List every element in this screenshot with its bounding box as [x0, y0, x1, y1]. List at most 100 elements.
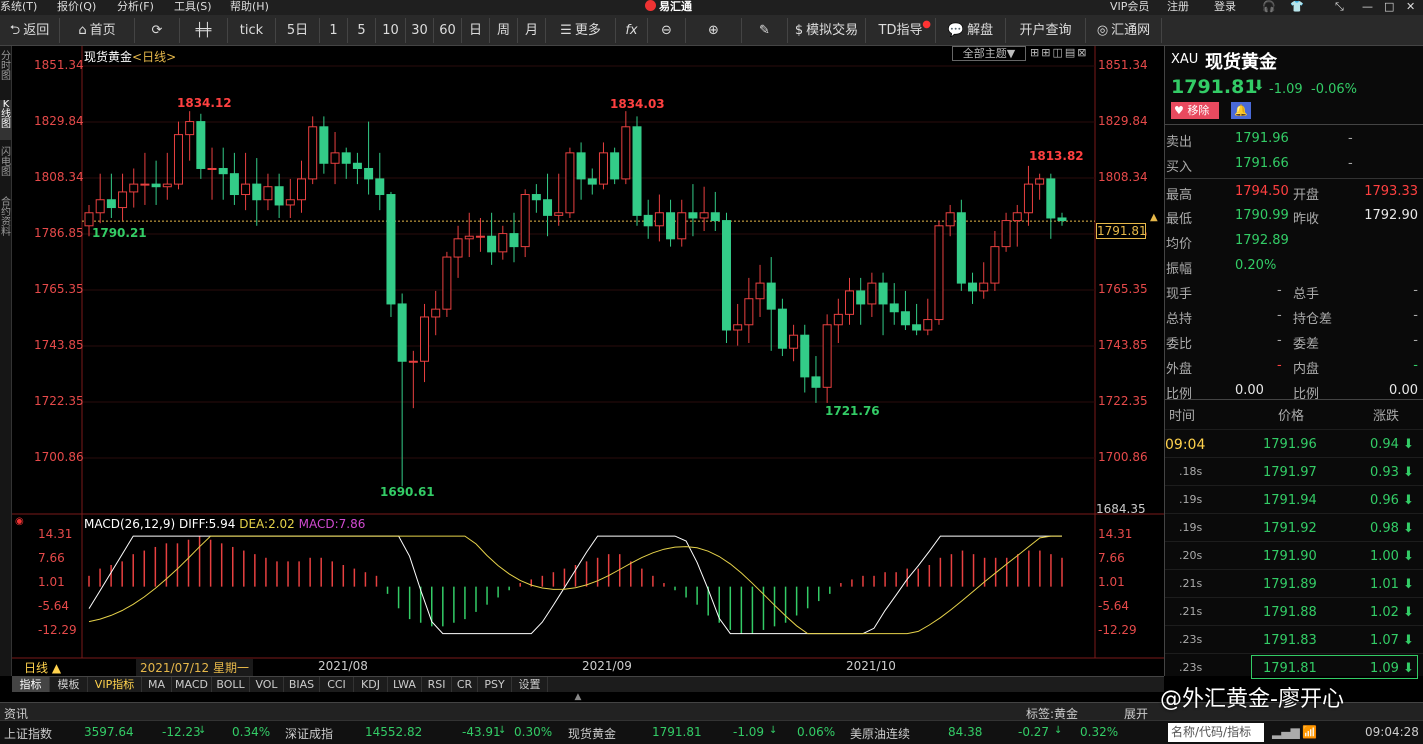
- menu-help[interactable]: 帮助(H): [230, 0, 269, 14]
- indicator-tab-8[interactable]: BIAS: [284, 677, 320, 692]
- quote-row-value: -: [1277, 358, 1282, 373]
- candle-body: [397, 303, 407, 362]
- more-button[interactable]: ☰ 更多: [546, 18, 616, 43]
- home-label: 首页: [89, 23, 116, 38]
- chart-title: 现货黄金<日线>: [84, 48, 176, 65]
- indicator-tab-2[interactable]: 模板: [50, 677, 88, 692]
- menu-tools[interactable]: 工具(S): [174, 0, 212, 14]
- register-link[interactable]: 注册: [1167, 0, 1189, 14]
- indicator-tab-5[interactable]: MACD: [172, 677, 212, 692]
- menu-analysis[interactable]: 分析(F): [117, 0, 154, 14]
- minimize-icon[interactable]: —: [1362, 0, 1373, 14]
- quote-row-value: 0.00: [1235, 383, 1264, 398]
- period-month-button[interactable]: 月: [518, 18, 546, 43]
- indicator-tab-4[interactable]: MA: [142, 677, 172, 692]
- period-day-button[interactable]: 日: [462, 18, 490, 43]
- ticker-pct: 0.06%: [797, 725, 836, 739]
- indicator-tab-11[interactable]: LWA: [388, 677, 422, 692]
- candle-body: [632, 126, 642, 216]
- candle-body: [475, 235, 485, 238]
- back-button[interactable]: ⮌ 返回: [0, 18, 60, 43]
- quote-row-value: 0.20%: [1235, 258, 1277, 273]
- chart-panel[interactable]: 现货黄金<日线> 全部主题▼ ⊞⊞◫▤⊠ 1851.34 1829.84 1808.…: [12, 46, 1164, 676]
- list-icon: ☰: [560, 23, 572, 38]
- login-link[interactable]: 登录: [1214, 0, 1236, 14]
- menu-quote[interactable]: 报价(Q): [57, 0, 96, 14]
- period-5min-button[interactable]: 5: [348, 18, 376, 43]
- period-5day-button[interactable]: 5日: [276, 18, 320, 43]
- tab-kline-chart[interactable]: K线图: [0, 100, 12, 140]
- vip-link[interactable]: VIP会员: [1110, 0, 1149, 14]
- ticker-price: 14552.82: [365, 725, 423, 739]
- ticker-down-icon: ↓: [498, 725, 507, 736]
- huitong-button[interactable]: ◎ 汇通网: [1086, 18, 1162, 43]
- restore-icon[interactable]: ⤡: [1335, 0, 1344, 14]
- layout-icons[interactable]: ⊞⊞◫▤⊠: [1030, 46, 1088, 59]
- account-query-button[interactable]: 开户查询: [1006, 18, 1086, 43]
- td-guide-button[interactable]: TD指导 ●: [866, 18, 936, 43]
- indicator-tab-12[interactable]: RSI: [422, 677, 452, 692]
- search-input[interactable]: 名称/代码/指标: [1168, 723, 1264, 742]
- close-layout-icon[interactable]: ⊠: [1077, 46, 1088, 59]
- zoom-in-button[interactable]: ⊕: [686, 18, 742, 43]
- ticker-name[interactable]: 上证指数: [4, 725, 52, 742]
- period-60min-button[interactable]: 60: [434, 18, 462, 43]
- candle-body: [162, 183, 172, 188]
- zoom-out-icon: ⊖: [661, 23, 672, 38]
- tab-time-chart[interactable]: 分时图: [0, 52, 12, 92]
- collapse-arrow-icon[interactable]: ▲: [566, 692, 590, 702]
- remove-favorite-button[interactable]: ♥ 移除: [1171, 102, 1219, 119]
- candle-button[interactable]: ╪╪: [180, 18, 228, 43]
- indicator-tab-15[interactable]: 设置: [512, 677, 548, 692]
- macd-axis-left-label: 7.66: [38, 551, 65, 565]
- shirt-icon[interactable]: 👕: [1290, 0, 1304, 14]
- sim-trade-button[interactable]: $ 模拟交易: [788, 18, 866, 43]
- period-indicator[interactable]: 日线 ▲: [24, 659, 61, 676]
- headset-icon[interactable]: 🎧: [1262, 0, 1276, 14]
- indicator-tab-1[interactable]: 指标: [12, 677, 50, 692]
- split-layout-icon[interactable]: ◫: [1052, 46, 1064, 59]
- indicator-tab-10[interactable]: KDJ: [354, 677, 388, 692]
- indicator-tab-7[interactable]: VOL: [250, 677, 284, 692]
- close-icon[interactable]: ✕: [1406, 0, 1415, 14]
- bell-icon[interactable]: 🔔: [1231, 102, 1251, 119]
- trade-row: .23s 1791.81 1.09 ⬇: [1165, 653, 1423, 681]
- indicator-tab-14[interactable]: PSY: [478, 677, 512, 692]
- maximize-icon[interactable]: □: [1384, 0, 1394, 14]
- ticker-name[interactable]: 美原油连续: [850, 725, 910, 742]
- tab-contract-info[interactable]: 合约资料: [0, 198, 12, 248]
- indicator-tab-3[interactable]: VIP指标: [88, 677, 142, 692]
- tick-button[interactable]: tick: [228, 18, 276, 43]
- period-10min-button[interactable]: 10: [376, 18, 406, 43]
- theme-dropdown[interactable]: 全部主题▼: [952, 46, 1026, 61]
- formula-button[interactable]: fx: [616, 18, 648, 43]
- home-button[interactable]: ⌂ 首页: [60, 18, 135, 43]
- menu-system[interactable]: 系统(T): [0, 0, 37, 14]
- trade-row: .19s 1791.94 0.96 ⬇: [1165, 485, 1423, 513]
- cross-layout-icon[interactable]: ⊞: [1041, 46, 1052, 59]
- window-layout-icon[interactable]: ▤: [1065, 46, 1077, 59]
- price-axis-left-label: 1829.84: [34, 114, 84, 128]
- sim-trade-label: 模拟交易: [806, 23, 859, 38]
- ticker-name[interactable]: 现货黄金: [568, 725, 616, 742]
- candle-body: [364, 167, 374, 180]
- candle-body: [822, 324, 832, 388]
- zoom-out-button[interactable]: ⊖: [648, 18, 686, 43]
- period-week-button[interactable]: 周: [490, 18, 518, 43]
- indicator-tab-6[interactable]: BOLL: [212, 677, 250, 692]
- jiepan-button[interactable]: 💬 解盘: [936, 18, 1006, 43]
- indicator-tab-9[interactable]: CCI: [320, 677, 354, 692]
- period-30min-button[interactable]: 30: [406, 18, 434, 43]
- grid-layout-icon[interactable]: ⊞: [1030, 46, 1041, 59]
- refresh-button[interactable]: ⟳: [135, 18, 180, 43]
- indicator-tab-13[interactable]: CR: [452, 677, 478, 692]
- trade-price: 1791.83: [1263, 633, 1317, 648]
- period-1min-button[interactable]: 1: [320, 18, 348, 43]
- tab-flash-chart[interactable]: 闪电图: [0, 148, 12, 188]
- candle-body: [543, 199, 553, 216]
- ticker-name[interactable]: 深证成指: [285, 725, 333, 742]
- chart-period: <日线>: [132, 50, 177, 64]
- date-label-aug: 2021/08: [318, 659, 368, 673]
- macd-settings-icon[interactable]: ◉: [15, 516, 24, 527]
- draw-button[interactable]: ✎: [742, 18, 788, 43]
